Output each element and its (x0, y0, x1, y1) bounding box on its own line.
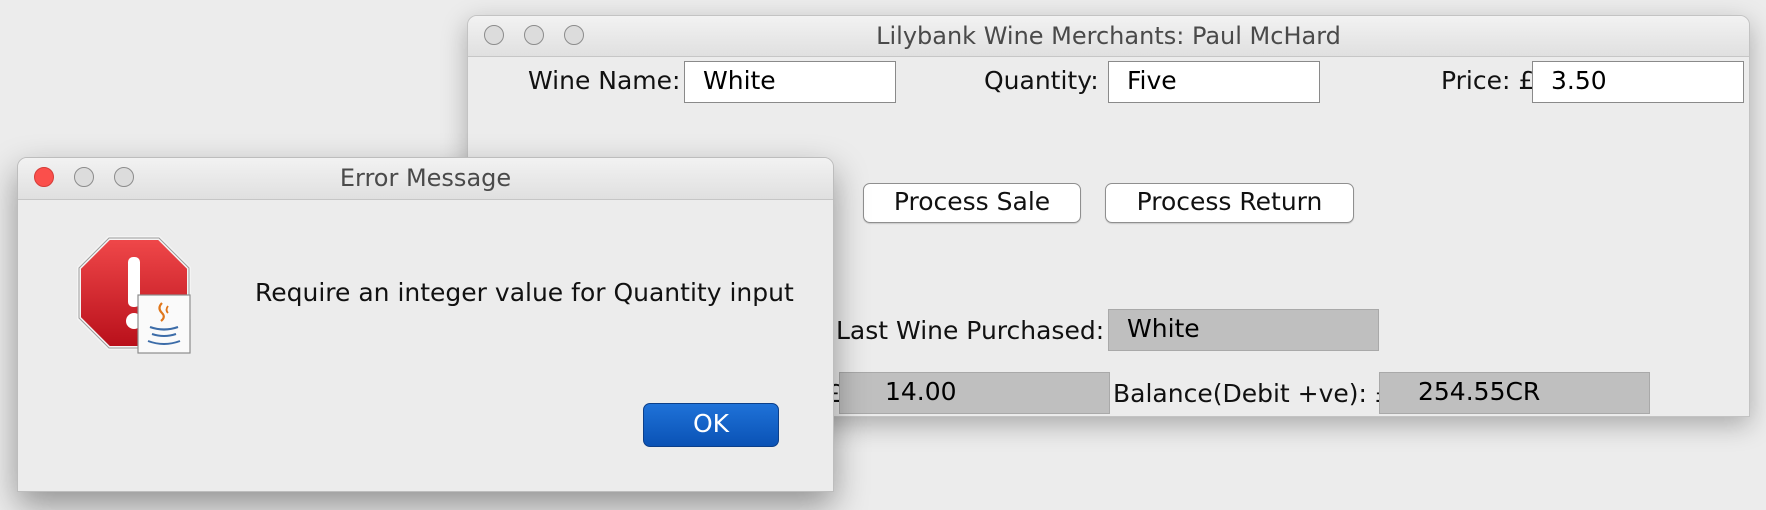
last-wine-label: Last Wine Purchased: (836, 316, 1105, 345)
process-return-button[interactable]: Process Return (1105, 183, 1354, 223)
window-title: Lilybank Wine Merchants: Paul McHard (876, 22, 1341, 50)
quantity-input[interactable]: Five (1108, 61, 1320, 103)
java-coffee-icon (137, 294, 191, 354)
wine-name-input[interactable]: White (684, 61, 896, 103)
quantity-label: Quantity: (984, 66, 1099, 95)
balance-label: Balance(Debit +ve): £ (1113, 379, 1391, 408)
ok-button[interactable]: OK (643, 403, 779, 447)
dialog-title: Error Message (339, 164, 512, 192)
main-titlebar[interactable]: Lilybank Wine Merchants: Paul McHard (468, 16, 1749, 57)
price-label: Price: £ (1441, 66, 1535, 95)
wine-name-label: Wine Name: (528, 66, 681, 95)
error-dialog: Error Message Require an integer value f… (17, 157, 834, 492)
last-wine-output: White (1108, 309, 1379, 351)
amount-output: 14.00 (839, 372, 1110, 414)
process-sale-button[interactable]: Process Sale (863, 183, 1081, 223)
error-stop-icon (77, 236, 191, 354)
balance-output: 254.55CR (1379, 372, 1650, 414)
error-message-text: Require an integer value for Quantity in… (255, 278, 794, 307)
dialog-titlebar[interactable]: Error Message (18, 158, 833, 200)
price-input[interactable]: 3.50 (1532, 61, 1744, 103)
